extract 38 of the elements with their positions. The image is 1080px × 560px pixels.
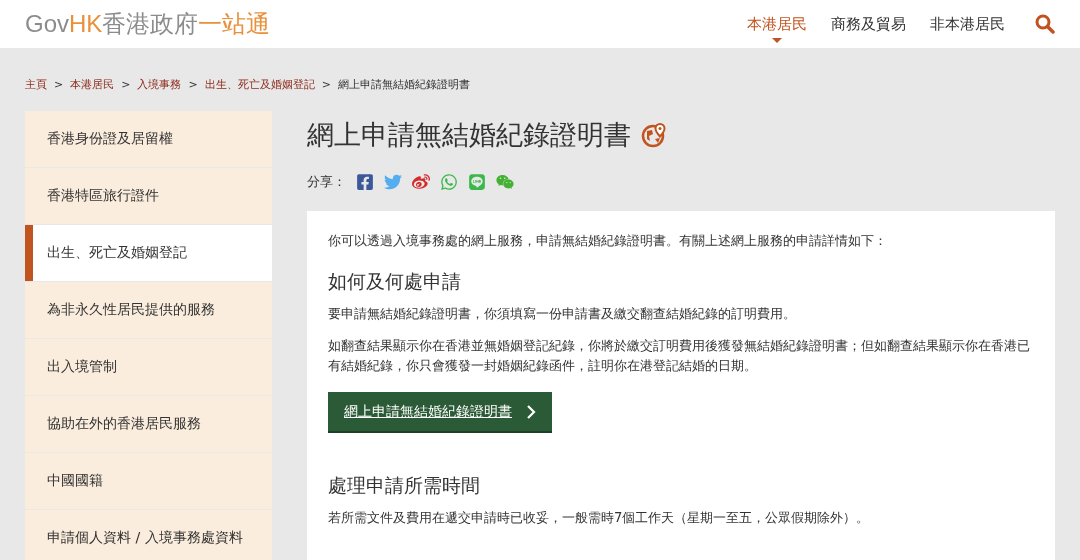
- paragraph: 要申請無結婚紀錄證明書，你須填寫一份申請書及繳交翻查結婚紀錄的訂明費用。: [328, 305, 797, 323]
- paragraph: 若所需文件及費用在遞交申請時已收妥，一般需時7個工作天（星期一至五，公眾假期除外）。: [328, 509, 871, 527]
- section-heading: 如何及何處申請: [328, 270, 462, 294]
- sidebar-item[interactable]: 中國國籍: [25, 453, 272, 509]
- chevron-icon: [526, 403, 536, 420]
- facebook-icon[interactable]: [356, 173, 374, 191]
- sidebar-item[interactable]: 為非永久性居民提供的服務: [25, 282, 272, 338]
- breadcrumb-link[interactable]: 主頁: [25, 76, 47, 92]
- line-icon[interactable]: [468, 173, 486, 191]
- weibo-icon[interactable]: [412, 173, 430, 191]
- sidebar-item[interactable]: 出入境管制: [25, 339, 272, 395]
- whatsapp-icon[interactable]: [440, 173, 458, 191]
- search-icon[interactable]: [1035, 14, 1055, 34]
- twitter-icon[interactable]: [384, 173, 402, 191]
- globe-pin-icon: [641, 122, 667, 148]
- breadcrumb-link[interactable]: 出生、死亡及婚姻登記: [204, 76, 315, 92]
- section-heading: 處理申請所需時間: [328, 474, 481, 498]
- wechat-icon[interactable]: [496, 173, 514, 191]
- apply-button[interactable]: 網上申請無結婚紀錄證明書: [328, 392, 552, 433]
- breadcrumb-separator: >: [54, 77, 64, 91]
- sidebar-item[interactable]: 香港身份證及居留權: [25, 111, 272, 167]
- sidebar-item[interactable]: 香港特區旅行證件: [25, 168, 272, 224]
- breadcrumb-separator: >: [321, 77, 331, 91]
- breadcrumb-link[interactable]: 入境事務: [137, 76, 182, 92]
- breadcrumb-separator: >: [188, 77, 198, 91]
- nav-tab[interactable]: 本港居民: [747, 4, 807, 44]
- sidebar-item[interactable]: 協助在外的香港居民服務: [25, 396, 272, 452]
- nav-tab[interactable]: 非本港居民: [930, 4, 1005, 44]
- paragraph: 你可以透過入境事務處的網上服務，申請無結婚紀錄證明書。有關上述網上服務的申請詳情如下：: [328, 232, 888, 250]
- breadcrumb-link[interactable]: 本港居民: [70, 76, 115, 92]
- page-title: 網上申請無結婚紀錄證明書: [307, 118, 631, 152]
- nav-tab[interactable]: 商務及貿易: [831, 4, 906, 44]
- share-label: 分享：: [307, 173, 346, 191]
- sidebar-item[interactable]: 申請個人資料 / 入境事務處資料: [25, 510, 272, 560]
- breadcrumb-current[interactable]: 網上申請無結婚紀錄證明書: [337, 76, 470, 92]
- paragraph: 如翻查結果顯示你在香港並無婚姻登記紀錄，你將於繳交訂明費用後獲發無結婚紀錄證明書；但如翻查結果顯示你在香港已有結婚紀錄，你只會獲發一封婚姻紀錄函件，註明你在港登記結婚的日期。: [328, 337, 1031, 375]
- breadcrumb-separator: >: [121, 77, 131, 91]
- sidebar-item[interactable]: 出生、死亡及婚姻登記: [25, 225, 272, 281]
